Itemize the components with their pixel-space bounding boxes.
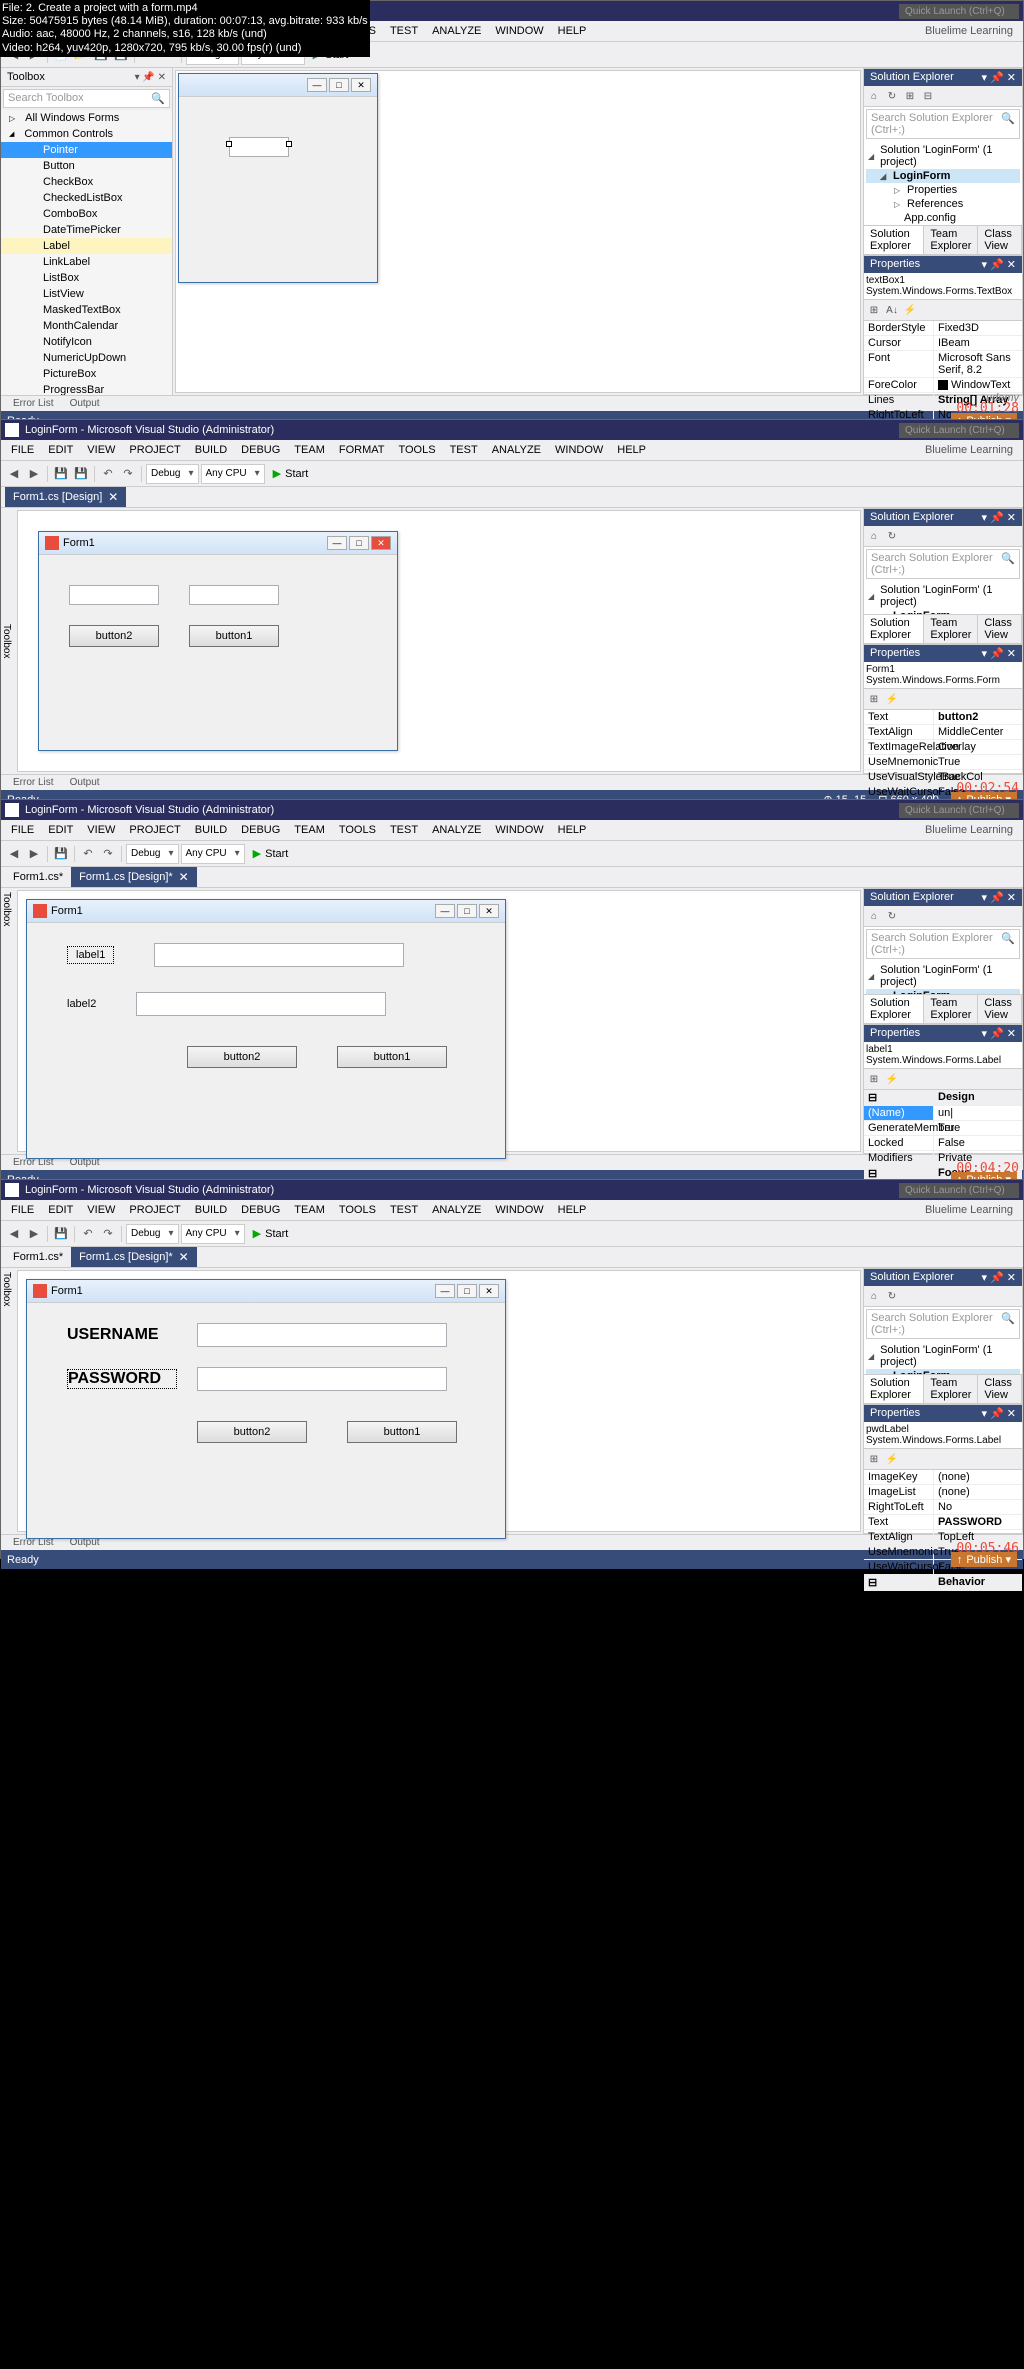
properties-panel[interactable]: Properties▾ 📌 ✕ textBox1 System.Windows.… xyxy=(863,255,1023,395)
toolbox-item-label[interactable]: Label xyxy=(1,238,172,254)
home-icon[interactable]: ⌂ xyxy=(866,88,882,104)
toolbox-collapsed[interactable]: Toolbox xyxy=(1,1268,15,1534)
doc-tab-form1[interactable]: Form1.cs [Design]✕ xyxy=(5,487,126,507)
vs-window-1: LoginForm - Microsoft Visual Studio (Adm… xyxy=(0,0,1024,419)
designer-label2[interactable]: label2 xyxy=(67,998,96,1010)
toolbox-item-pointer[interactable]: Pointer xyxy=(1,142,172,158)
toolbar[interactable]: ◀▶💾💾↶↷ DebugAny CPUStart xyxy=(1,461,1023,487)
prop-row[interactable]: ForeColorWindowText xyxy=(864,378,1022,393)
toolbox-collapsed[interactable]: Toolbox xyxy=(1,508,15,774)
props-object[interactable]: textBox1 System.Windows.Forms.TextBox xyxy=(864,273,1022,300)
solution-explorer[interactable]: Solution Explorer ▾ 📌 ✕ ⌂↻⊞⊟ Search Solut… xyxy=(863,68,1023,255)
doc-tabs[interactable]: Form1.cs [Design]✕ xyxy=(1,487,1023,508)
menu-help[interactable]: HELP xyxy=(552,23,593,39)
designer-button2[interactable]: button2 xyxy=(69,625,159,647)
menu-test[interactable]: TEST xyxy=(384,23,424,39)
designer-button1[interactable]: button1 xyxy=(189,625,279,647)
toolbox-item-numericupdown[interactable]: NumericUpDown xyxy=(1,350,172,366)
solution-tree[interactable]: ◢Solution 'LoginForm' (1 project) ◢Login… xyxy=(864,141,1022,225)
form-title: Form1 xyxy=(63,537,95,549)
designer-surface[interactable]: —□✕ xyxy=(175,70,861,393)
sln-search[interactable]: Search Solution Explorer (Ctrl+;)🔍 xyxy=(866,109,1020,139)
tab-output[interactable]: Output xyxy=(62,396,108,411)
toolbox-item-maskedtextbox[interactable]: MaskedTextBox xyxy=(1,302,172,318)
toolbox-panel: Toolbox▾ 📌 ✕ Search Toolbox🔍 All Windows… xyxy=(1,68,173,395)
designer-button2[interactable]: button2 xyxy=(187,1046,297,1068)
toolbox-group-common[interactable]: Common Controls xyxy=(1,126,172,142)
password-label[interactable]: PASSWORD xyxy=(67,1369,177,1389)
toolbox-list[interactable]: All Windows Forms Common Controls Pointe… xyxy=(1,110,172,395)
vs-window-2: LoginForm - Microsoft Visual Studio (Adm… xyxy=(0,419,1024,799)
prop-name-row[interactable]: (Name)un| xyxy=(864,1106,1022,1121)
toolbox-search[interactable]: Search Toolbox🔍 xyxy=(3,89,170,108)
titlebar[interactable]: LoginForm - Microsoft Visual Studio (Adm… xyxy=(1,420,1023,440)
search-icon: 🔍 xyxy=(151,92,165,105)
vs-window-4: LoginForm - Microsoft Visual Studio (Adm… xyxy=(0,1179,1024,1559)
designer-textbox[interactable] xyxy=(69,585,159,605)
maximize-icon: □ xyxy=(329,78,349,92)
menu-analyze[interactable]: ANALYZE xyxy=(426,23,487,39)
menu-window[interactable]: WINDOW xyxy=(489,23,549,39)
solution-explorer[interactable]: Solution Explorer▾ 📌 ✕ ⌂↻ Search Solutio… xyxy=(863,508,1023,644)
brand: Bluelime Learning xyxy=(919,23,1019,39)
designer-surface[interactable]: Form1—□✕ USERNAME PASSWORD button2 but xyxy=(17,1270,861,1532)
vs-window-3: LoginForm - Microsoft Visual Studio (Adm… xyxy=(0,799,1024,1179)
tab-class-view[interactable]: Class View xyxy=(978,226,1022,254)
form-titlebar: —□✕ xyxy=(179,74,377,97)
toolbox-item-notifyicon[interactable]: NotifyIcon xyxy=(1,334,172,350)
toolbox-item-picturebox[interactable]: PictureBox xyxy=(1,366,172,382)
appconfig-node[interactable]: App.config xyxy=(866,211,1020,225)
toolbox-item-listview[interactable]: ListView xyxy=(1,286,172,302)
tab-error-list[interactable]: Error List xyxy=(5,396,62,411)
close-icon: ✕ xyxy=(351,78,371,92)
close-tab-icon[interactable]: ✕ xyxy=(108,490,118,504)
explorer-tabs[interactable]: Solution Explorer Team Explorer Class Vi… xyxy=(864,225,1022,254)
sln-node[interactable]: ◢Solution 'LoginForm' (1 project) xyxy=(866,143,1020,169)
designer-surface[interactable]: Form1—□✕ label1 label2 button2 button1 xyxy=(17,890,861,1152)
quick-launch[interactable]: Quick Launch (Ctrl+Q) xyxy=(899,4,1019,19)
video-metadata: File: 2. Create a project with a form.mp… xyxy=(0,0,370,57)
tab-sln-explorer[interactable]: Solution Explorer xyxy=(864,226,924,254)
designer-textbox[interactable] xyxy=(189,585,279,605)
toolbox-group-allwf[interactable]: All Windows Forms xyxy=(1,110,172,126)
designer-textbox[interactable] xyxy=(229,137,289,157)
pin-icon[interactable]: ▾ 📌 ✕ xyxy=(135,72,166,83)
designer-label1[interactable]: label1 xyxy=(67,946,114,964)
toolbox-item-monthcalendar[interactable]: MonthCalendar xyxy=(1,318,172,334)
toolbox-item-linklabel[interactable]: LinkLabel xyxy=(1,254,172,270)
doc-tab-design[interactable]: Form1.cs [Design]*✕ xyxy=(71,867,197,887)
toolbox-item-listbox[interactable]: ListBox xyxy=(1,270,172,286)
sln-toolbar[interactable]: ⌂↻⊞⊟ xyxy=(864,86,1022,107)
project-node[interactable]: ◢LoginForm xyxy=(866,169,1020,183)
designer-surface[interactable]: Form1 —□✕ button2 button1 xyxy=(17,510,861,772)
prop-row[interactable]: BorderStyleFixed3D xyxy=(864,321,1022,336)
references-node[interactable]: ▷References xyxy=(866,197,1020,211)
tab-team-explorer[interactable]: Team Explorer xyxy=(924,226,978,254)
panel-controls[interactable]: ▾ 📌 ✕ xyxy=(981,71,1016,84)
toolbox-item-button[interactable]: Button xyxy=(1,158,172,174)
properties-node[interactable]: ▷Properties xyxy=(866,183,1020,197)
doc-tab-cs[interactable]: Form1.cs* xyxy=(5,868,71,886)
designer-button1[interactable]: button1 xyxy=(337,1046,447,1068)
toolbox-header[interactable]: Toolbox▾ 📌 ✕ xyxy=(1,68,172,87)
toolbox-item-progressbar[interactable]: ProgressBar xyxy=(1,382,172,395)
toolbox-item-checkedlistbox[interactable]: CheckedListBox xyxy=(1,190,172,206)
timestamp: 00:01:28 xyxy=(956,401,1019,416)
toolbox-collapsed[interactable]: Toolbox xyxy=(1,888,15,1154)
toolbox-item-combobox[interactable]: ComboBox xyxy=(1,206,172,222)
refresh-icon[interactable]: ↻ xyxy=(884,88,900,104)
toolbox-item-datetimepicker[interactable]: DateTimePicker xyxy=(1,222,172,238)
menubar[interactable]: FILEEDITVIEWPROJECTBUILDDEBUGTEAMFORMATT… xyxy=(1,440,1023,461)
prop-row[interactable]: FontMicrosoft Sans Serif, 8.2 xyxy=(864,351,1022,378)
toolbox-item-checkbox[interactable]: CheckBox xyxy=(1,174,172,190)
minimize-icon: — xyxy=(307,78,327,92)
username-label[interactable]: USERNAME xyxy=(67,1326,177,1344)
prop-row[interactable]: CursorIBeam xyxy=(864,336,1022,351)
